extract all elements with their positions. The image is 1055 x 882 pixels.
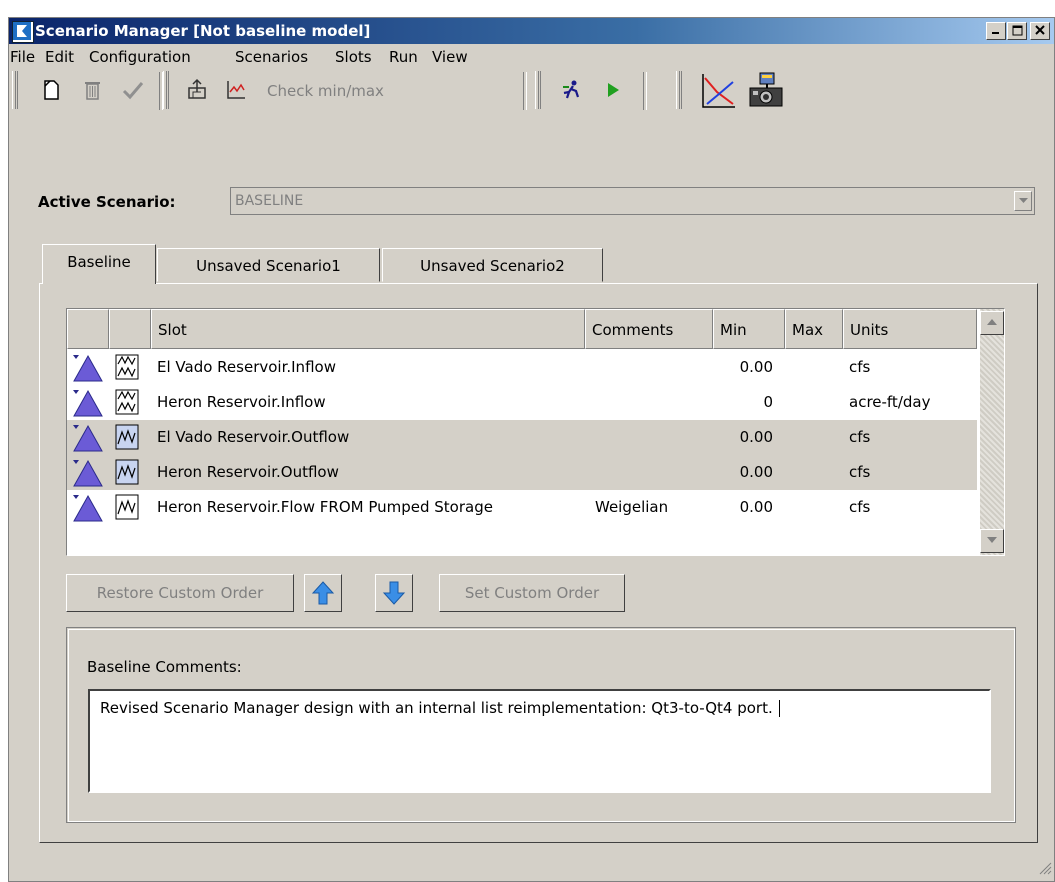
menu-bar: File Edit Configuration Scenarios Slots …: [9, 45, 1054, 67]
check-minmax-button[interactable]: Check min/max: [267, 82, 384, 100]
toolbar-grip[interactable]: [163, 71, 169, 109]
toolbar-separator: [643, 72, 647, 110]
cell-units: acre-ft/day: [849, 393, 931, 411]
column-header-series[interactable]: [109, 309, 151, 349]
tab-unsaved-scenario1[interactable]: Unsaved Scenario1: [157, 248, 380, 282]
cell-units: cfs: [849, 358, 871, 376]
arrow-up-icon: [311, 581, 335, 605]
checkmark-icon[interactable]: [121, 78, 145, 102]
arrow-down-icon: [382, 581, 406, 605]
comments-text: Revised Scenario Manager design with an …: [100, 699, 773, 717]
menu-view[interactable]: View: [432, 48, 468, 66]
run-play-icon[interactable]: [601, 78, 625, 102]
triangle-icon: [73, 354, 103, 382]
scenario-manager-window: Scenario Manager [Not baseline model] Fi…: [8, 17, 1055, 882]
maximize-button[interactable]: [1007, 22, 1027, 40]
comments-label: Baseline Comments:: [87, 658, 242, 676]
cell-units: cfs: [849, 498, 871, 516]
series-icon: [115, 354, 139, 380]
table-row[interactable]: Heron Reservoir.Flow FROM Pumped Storage…: [67, 490, 977, 525]
cell-slot: El Vado Reservoir.Inflow: [157, 358, 336, 376]
menu-configuration[interactable]: Configuration: [89, 48, 191, 66]
plot-icon[interactable]: [224, 78, 248, 102]
column-header-min[interactable]: Min: [713, 309, 785, 349]
cell-min: 0.00: [739, 358, 773, 376]
run-figure-icon[interactable]: [559, 78, 583, 102]
scroll-up-icon[interactable]: [980, 311, 1004, 335]
restore-custom-order-button[interactable]: Restore Custom Order: [66, 574, 294, 612]
series-icon: [115, 389, 139, 415]
comments-textarea[interactable]: Revised Scenario Manager design with an …: [88, 689, 991, 793]
delete-icon[interactable]: [80, 78, 104, 102]
cell-units: cfs: [849, 428, 871, 446]
series-icon: [115, 459, 139, 485]
cell-slot: Heron Reservoir.Inflow: [157, 393, 326, 411]
tab-baseline[interactable]: Baseline: [42, 244, 156, 284]
cell-min: 0: [763, 393, 773, 411]
column-header-comments[interactable]: Comments: [585, 309, 713, 349]
cell-slot: Heron Reservoir.Outflow: [157, 463, 339, 481]
cell-slot: Heron Reservoir.Flow FROM Pumped Storage: [157, 498, 493, 516]
triangle-icon: [73, 459, 103, 487]
export-icon[interactable]: [185, 78, 209, 102]
set-custom-order-button[interactable]: Set Custom Order: [439, 574, 625, 612]
new-icon[interactable]: [39, 78, 63, 102]
app-icon: [12, 21, 34, 43]
menu-edit[interactable]: Edit: [45, 48, 74, 66]
tab-unsaved-scenario2[interactable]: Unsaved Scenario2: [382, 248, 603, 282]
title-bar[interactable]: Scenario Manager [Not baseline model]: [9, 18, 1054, 44]
column-header-slot[interactable]: Slot: [151, 309, 585, 349]
toolbar-separator: [523, 72, 527, 110]
toolbar-grip[interactable]: [535, 71, 541, 109]
toolbar: Check min/max: [9, 68, 1054, 114]
table-scrollbar[interactable]: [980, 309, 1004, 555]
table-row[interactable]: Heron Reservoir.Outflow 0.00 cfs: [67, 455, 977, 490]
slot-table[interactable]: Slot Comments Min Max Units El Vado Rese…: [66, 308, 1005, 556]
active-scenario-label: Active Scenario:: [38, 193, 176, 211]
column-header-units[interactable]: Units: [843, 309, 977, 349]
scroll-down-icon[interactable]: [980, 529, 1004, 553]
series-icon: [115, 494, 139, 520]
chart-icon[interactable]: [699, 72, 737, 110]
menu-slots[interactable]: Slots: [335, 48, 372, 66]
cell-min: 0.00: [739, 498, 773, 516]
table-row[interactable]: El Vado Reservoir.Inflow 0.00 cfs: [67, 350, 977, 385]
cell-units: cfs: [849, 463, 871, 481]
window-title: Scenario Manager [Not baseline model]: [35, 22, 371, 40]
cell-slot: El Vado Reservoir.Outflow: [157, 428, 350, 446]
triangle-icon: [73, 424, 103, 452]
toolbar-grip[interactable]: [12, 71, 18, 109]
minimize-button[interactable]: [986, 22, 1006, 40]
column-header-icon[interactable]: [67, 309, 109, 349]
resize-grip-icon[interactable]: [1038, 861, 1052, 879]
menu-run[interactable]: Run: [389, 48, 418, 66]
menu-scenarios[interactable]: Scenarios: [235, 48, 308, 66]
menu-file[interactable]: File: [10, 48, 35, 66]
toolbar-grip[interactable]: [676, 71, 682, 109]
text-caret: [778, 700, 780, 717]
close-button[interactable]: [1030, 22, 1050, 40]
column-header-max[interactable]: Max: [785, 309, 843, 349]
move-down-button[interactable]: [375, 574, 413, 612]
active-scenario-value: BASELINE: [235, 193, 304, 209]
cell-comments: Weigelian: [595, 498, 669, 516]
cell-min: 0.00: [739, 463, 773, 481]
cell-min: 0.00: [739, 428, 773, 446]
chevron-down-icon[interactable]: [1014, 191, 1032, 211]
series-icon: [115, 424, 139, 450]
snapshot-icon[interactable]: [746, 71, 786, 111]
table-row[interactable]: El Vado Reservoir.Outflow 0.00 cfs: [67, 420, 977, 455]
triangle-icon: [73, 389, 103, 417]
table-row[interactable]: Heron Reservoir.Inflow 0 acre-ft/day: [67, 385, 977, 420]
active-scenario-combo[interactable]: BASELINE: [230, 187, 1035, 215]
triangle-icon: [73, 494, 103, 522]
move-up-button[interactable]: [304, 574, 342, 612]
